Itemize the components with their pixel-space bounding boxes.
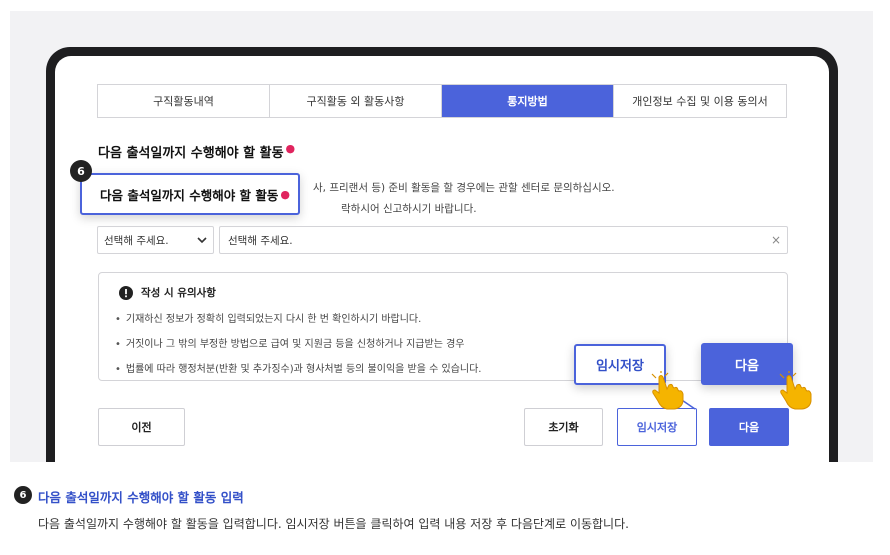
activity-type-select[interactable]: 선택해 주세요.: [97, 226, 214, 254]
select-value: 선택해 주세요.: [104, 234, 169, 247]
tab-bar: 구직활동내역 구직활동 외 활동사항 통지방법 개인정보 수집 및 이용 동의서: [97, 84, 787, 118]
required-dot: ●: [285, 142, 296, 155]
notice-item: 기재하신 정보가 정확히 입력되었는지 다시 한 번 확인하시기 바랍니다.: [115, 310, 481, 325]
chevron-down-icon: [197, 237, 207, 244]
description-line-1: 사, 프리랜서 등) 준비 활동을 할 경우에는 관할 센터로 문의하십시오.: [313, 182, 615, 194]
description-line-2: 락하시어 신고하시기 바랍니다.: [341, 203, 477, 215]
temp-save-button[interactable]: 임시저장: [617, 408, 697, 446]
device-frame: 구직활동내역 구직활동 외 활동사항 통지방법 개인정보 수집 및 이용 동의서…: [46, 47, 838, 462]
clear-icon[interactable]: ×: [771, 233, 781, 247]
caption-title: 다음 출석일까지 수행해야 할 활동 입력: [38, 490, 244, 505]
activity-detail-input[interactable]: 선택해 주세요. ×: [219, 226, 788, 254]
section-title: 다음 출석일까지 수행해야 할 활동 ●: [98, 142, 295, 161]
device-screen: 구직활동내역 구직활동 외 활동사항 통지방법 개인정보 수집 및 이용 동의서…: [55, 56, 829, 462]
caption-step-badge: 6: [14, 486, 32, 504]
notice-header: 작성 시 유의사항: [119, 285, 216, 300]
pointing-hand-icon: [779, 371, 812, 410]
callout-label-text: 다음 출석일까지 수행해야 할 활동: [100, 187, 279, 203]
notice-item: 법률에 따라 행정처분(반환 및 추가징수)과 형사처벌 등의 불이익을 받을 …: [115, 360, 482, 375]
notice-title: 작성 시 유의사항: [141, 287, 216, 299]
pointing-hand-icon: [651, 371, 684, 410]
tab-other-activities[interactable]: 구직활동 외 활동사항: [270, 85, 442, 117]
tab-notification-method[interactable]: 통지방법: [442, 85, 614, 117]
step-badge: 6: [70, 160, 92, 182]
prev-button[interactable]: 이전: [98, 408, 185, 446]
section-title-text: 다음 출석일까지 수행해야 할 활동: [98, 146, 284, 161]
tab-privacy-consent[interactable]: 개인정보 수집 및 이용 동의서: [614, 85, 786, 117]
caption-body: 다음 출석일까지 수행해야 할 활동을 입력합니다. 임시저장 버튼을 클릭하여…: [38, 517, 629, 531]
screenshot-stage: 구직활동내역 구직활동 외 활동사항 통지방법 개인정보 수집 및 이용 동의서…: [10, 11, 873, 462]
input-value: 선택해 주세요.: [228, 234, 293, 247]
tab-job-search-history[interactable]: 구직활동내역: [98, 85, 270, 117]
notice-item: 거짓이나 그 밖의 부정한 방법으로 급여 및 지원금 등을 신청하거나 지급받…: [115, 335, 481, 350]
callout-activity-label: 다음 출석일까지 수행해야 할 활동 ●: [80, 173, 300, 215]
notice-list: 기재하신 정보가 정확히 입력되었는지 다시 한 번 확인하시기 바랍니다. 거…: [115, 310, 482, 385]
exclamation-icon: [119, 285, 133, 300]
callout-required-dot: ●: [280, 187, 291, 201]
next-button[interactable]: 다음: [709, 408, 789, 446]
reset-button[interactable]: 초기화: [524, 408, 603, 446]
notice-box: 작성 시 유의사항 기재하신 정보가 정확히 입력되었는지 다시 한 번 확인하…: [98, 272, 788, 381]
